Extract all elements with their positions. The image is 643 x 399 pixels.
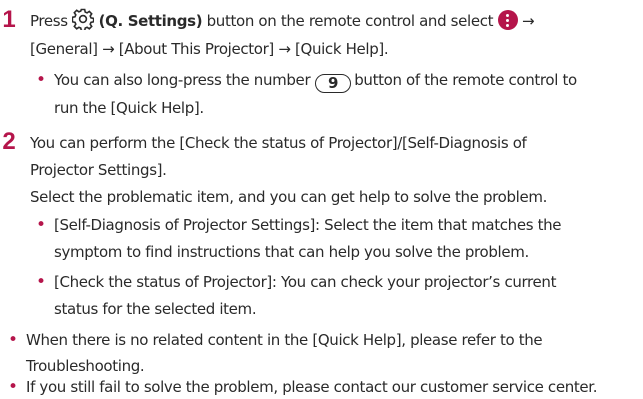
step-2-line-3: Select the problematic item, and you can… xyxy=(30,188,548,206)
step-1-bullet-1-line-1: You can also long-press the number 9 butto… xyxy=(54,68,577,93)
step-2-line-1: You can perform the [Check the status of… xyxy=(30,134,527,152)
number-9-button-icon: 9 xyxy=(315,74,352,93)
step-2-bullet-1-line-1: [Self-Diagnosis of Projector Settings]: … xyxy=(54,216,562,234)
bullet-icon: • xyxy=(36,272,46,292)
step-2-line-2: Projector Settings]. xyxy=(30,161,167,179)
gear-icon xyxy=(72,8,95,30)
step-1-bullet-1-line-2: run the [Quick Help]. xyxy=(54,99,204,117)
bullet-icon: • xyxy=(36,70,46,90)
note-2-line-1: If you still fail to solve the problem, … xyxy=(26,378,598,396)
more-options-icon xyxy=(497,10,518,30)
arrow-icon: → xyxy=(521,12,535,30)
step-1-line-1: Press (Q. Settings) button on the remote… xyxy=(30,8,535,32)
quick-help-instructions: 1 Press (Q. Settings) button on the remo… xyxy=(0,0,643,398)
bullet-icon: • xyxy=(8,377,18,397)
bullet-icon: • xyxy=(36,215,46,235)
step-1-line-2: [General] → [About This Projector] → [Qu… xyxy=(30,40,389,58)
step-1-line-1-text: button on the remote control and select xyxy=(206,12,494,30)
step-number-2: 2 xyxy=(2,128,16,155)
step-2-bullet-2-line-1: [Check the status of Projector]: You can… xyxy=(54,273,557,291)
bullet-text: button of the remote control to xyxy=(354,71,577,89)
step-2-bullet-1-line-2: symptom to find instructions that can he… xyxy=(54,243,529,261)
q-settings-label: (Q. Settings) xyxy=(98,12,203,30)
step-2-bullet-2-line-2: status for the selected item. xyxy=(54,300,257,318)
bullet-text: You can also long-press the number xyxy=(54,71,311,89)
step-number-1: 1 xyxy=(2,6,16,33)
press-text: Press xyxy=(30,12,68,30)
bullet-icon: • xyxy=(8,330,18,350)
note-1-line-1: When there is no related content in the … xyxy=(26,331,543,349)
